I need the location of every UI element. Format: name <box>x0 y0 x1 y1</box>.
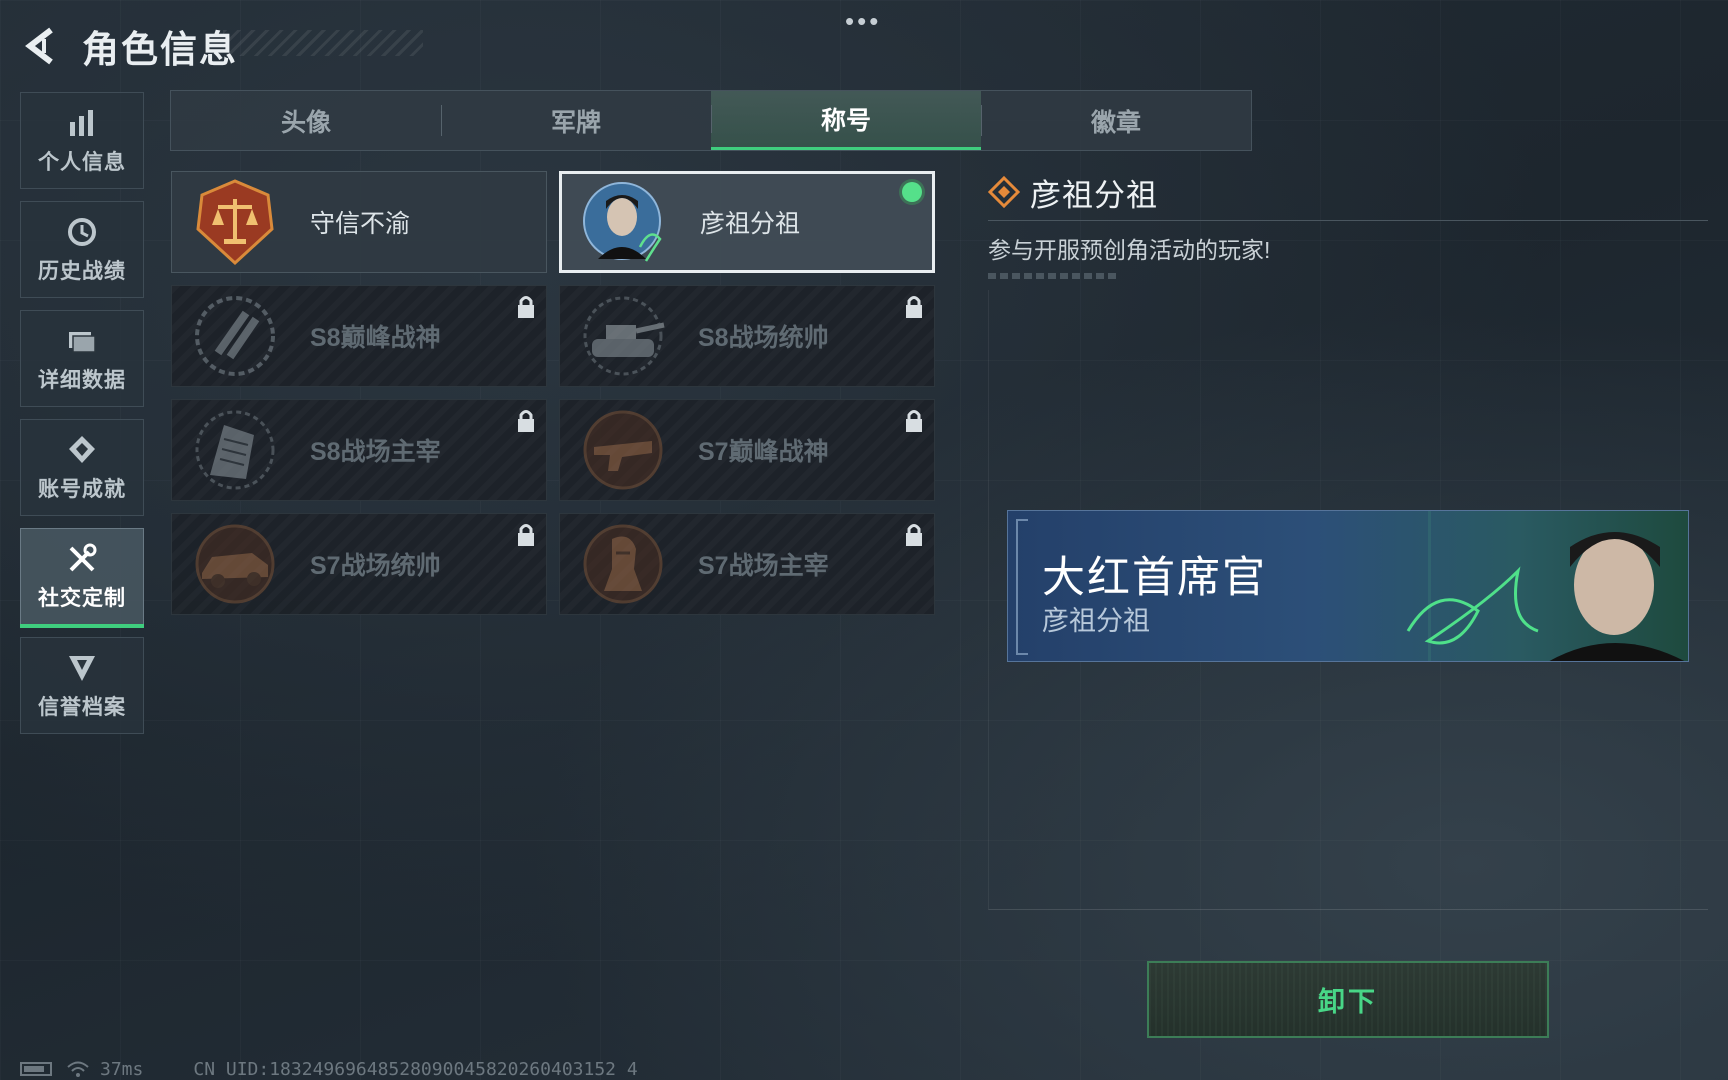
sidebar-item-label: 信誉档案 <box>38 695 126 719</box>
sidebar-item-label: 详细数据 <box>38 368 126 392</box>
title-name: S8战场主宰 <box>310 438 441 466</box>
title-card-5[interactable]: S7巅峰战神 <box>559 399 935 501</box>
sidebar-item-label: 社交定制 <box>38 586 126 610</box>
title-name: S7战场统帅 <box>310 552 441 580</box>
more-options-button[interactable]: ••• <box>845 6 881 37</box>
sidebar-item-label: 历史战绩 <box>38 259 126 283</box>
sidebar-item-social-custom[interactable]: 社交定制 <box>20 528 144 628</box>
battery-icon <box>20 1062 52 1076</box>
detail-divider <box>988 220 1708 221</box>
lock-icon <box>518 296 534 318</box>
title-card-4[interactable]: S8战场主宰 <box>171 399 547 501</box>
unequip-button[interactable]: 卸下 <box>1147 961 1549 1038</box>
wifi-icon <box>67 1061 89 1077</box>
title-card-0[interactable]: 守信不渝 <box>171 171 547 273</box>
detail-decoration <box>988 273 1118 279</box>
title-name: 彦祖分祖 <box>700 210 801 238</box>
sidebar-item-label: 账号成就 <box>38 477 126 501</box>
portrait-emblem-icon <box>583 182 662 262</box>
title-name: S7战场主宰 <box>698 552 829 580</box>
title-card-3[interactable]: S8战场统帅 <box>559 285 935 387</box>
title-name: 守信不渝 <box>310 210 411 238</box>
nameplate-portrait-icon <box>1406 532 1685 661</box>
diamond-icon <box>988 176 1020 208</box>
page-title: 角色信息 <box>82 29 238 70</box>
folder-icon <box>69 331 96 353</box>
sidebar-item-profile[interactable]: 个人信息 <box>20 92 144 189</box>
title-name: S7巅峰战神 <box>698 438 829 466</box>
equipped-indicator <box>902 182 922 202</box>
detail-description: 参与开服预创角活动的玩家! <box>988 237 1271 263</box>
tab-dogtag[interactable]: 军牌 <box>441 91 711 150</box>
building-emblem-icon <box>195 410 275 490</box>
status-bar: 37ms CN UID:1832496964852809004582026040… <box>20 1058 638 1080</box>
title-name: S8巅峰战神 <box>310 324 441 352</box>
tools-icon <box>69 543 97 571</box>
tank-emblem-icon <box>583 296 665 376</box>
tab-title[interactable]: 称号 <box>711 91 981 150</box>
shield-icon <box>69 655 95 681</box>
category-tabs: 头像 军牌 称号 徽章 <box>170 90 1252 151</box>
back-button[interactable] <box>18 21 68 71</box>
title-detail-panel: 彦祖分祖 参与开服预创角活动的玩家! <box>988 170 1708 279</box>
title-card-1[interactable]: 彦祖分祖 <box>559 171 935 273</box>
uid-text: CN UID:18324969648528090045820260403152 … <box>193 1058 638 1080</box>
detail-header: 彦祖分祖 <box>988 170 1708 214</box>
sidebar-item-label: 个人信息 <box>38 150 126 174</box>
title-decoration <box>223 30 423 56</box>
lock-icon <box>906 296 922 318</box>
nameplate-title: 彦祖分祖 <box>1042 606 1150 636</box>
soldier-emblem-icon <box>583 524 663 604</box>
history-clock-icon <box>68 217 96 246</box>
title-card-7[interactable]: S7战场主宰 <box>559 513 935 615</box>
lock-icon <box>906 524 922 546</box>
title-card-6[interactable]: S7战场统帅 <box>171 513 547 615</box>
ping-text: 37ms <box>100 1058 144 1080</box>
nameplate-preview: 大红首席官 彦祖分祖 <box>1007 510 1689 662</box>
sidebar-item-details[interactable]: 详细数据 <box>20 310 144 407</box>
nameplate-player-name: 大红首席官 <box>1042 554 1267 602</box>
sidebar-item-history[interactable]: 历史战绩 <box>20 201 144 298</box>
tab-badge[interactable]: 徽章 <box>981 91 1251 150</box>
lock-icon <box>518 524 534 546</box>
scales-emblem-icon <box>196 179 274 266</box>
sidebar-item-reputation[interactable]: 信誉档案 <box>20 637 144 734</box>
sidebar-item-achievements[interactable]: 账号成就 <box>20 419 144 516</box>
lock-icon <box>518 410 534 432</box>
weapon-emblem-icon <box>583 410 663 490</box>
tab-avatar[interactable]: 头像 <box>171 91 441 150</box>
vehicle-emblem-icon <box>195 524 275 604</box>
sidebar-nav: 个人信息 历史战绩 详细数据 账号成就 社交定制 信誉档案 <box>20 92 144 746</box>
title-name: S8战场统帅 <box>698 324 829 352</box>
lock-icon <box>906 410 922 432</box>
banner-corner-decoration <box>1016 519 1028 655</box>
detail-title: 彦祖分祖 <box>1030 177 1158 213</box>
medal-icon <box>69 435 95 463</box>
slash-emblem-icon <box>195 296 275 376</box>
page-header: 角色信息 <box>18 16 423 76</box>
back-arrow-icon <box>25 27 53 65</box>
bar-chart-icon <box>70 109 93 136</box>
title-card-2[interactable]: S8巅峰战神 <box>171 285 547 387</box>
